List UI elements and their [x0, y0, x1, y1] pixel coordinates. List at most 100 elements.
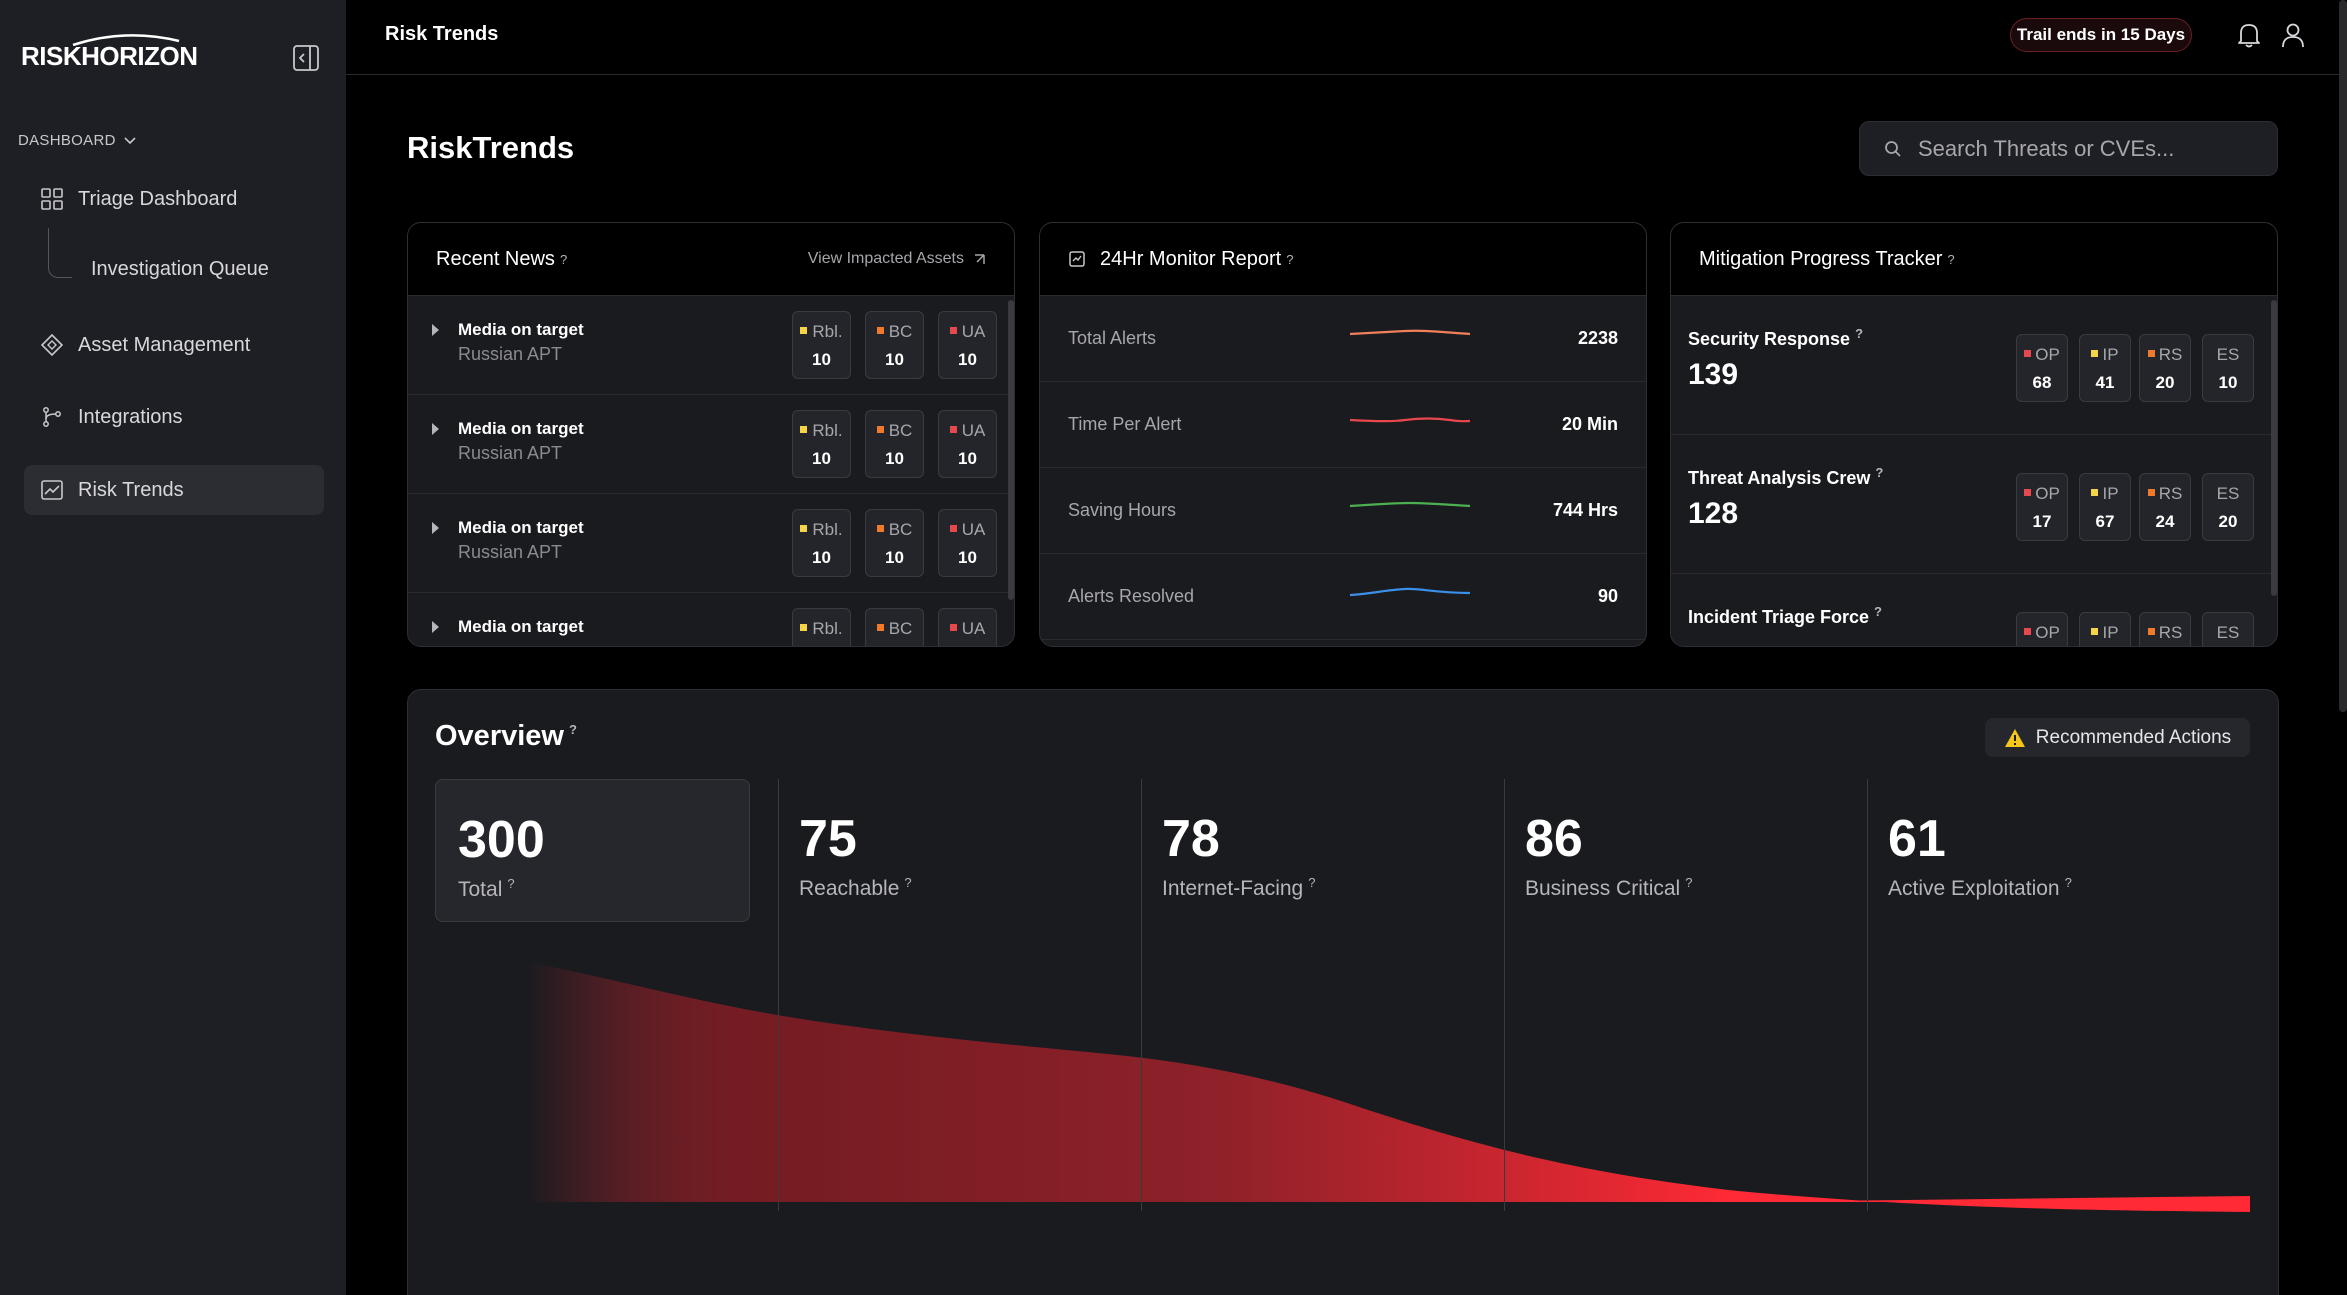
page-scrollbar[interactable]	[2339, 0, 2347, 712]
help-icon[interactable]: ?	[569, 722, 577, 737]
monitor-label: Total Alerts	[1068, 328, 1157, 348]
tag-label: UA	[961, 520, 986, 539]
monitor-value: 20 Min	[1561, 414, 1618, 434]
search-input[interactable]	[1918, 135, 2258, 162]
sidebar-item-triage-dashboard[interactable]: Triage Dashboard	[24, 174, 324, 224]
news-row[interactable]: Media on target Russian APT Rbl. 10 BC 1…	[408, 494, 1014, 593]
expand-arrow-icon[interactable]	[432, 324, 439, 336]
tag-value: 10	[2218, 373, 2238, 392]
tag-color-icon	[949, 525, 957, 533]
monitor-label: Time Per Alert	[1068, 414, 1182, 434]
user-menu-button[interactable]	[2280, 21, 2306, 49]
monitor-row[interactable]: Time Per Alert 20 Min	[1040, 382, 1646, 468]
tag-value: 10	[958, 350, 977, 369]
news-source: Russian APT	[458, 443, 563, 463]
tag-label: UA	[961, 421, 986, 440]
tag-label: Rbl.	[812, 520, 843, 539]
mitigation-row[interactable]: Threat Analysis Crew? 128 OP 17 IP 67 RS…	[1671, 435, 2277, 574]
scroll-thumb[interactable]	[1008, 300, 1014, 600]
help-icon[interactable]: ?	[560, 252, 567, 267]
view-impacted-assets-link[interactable]: View Impacted Assets	[808, 250, 986, 268]
news-title: Media on target	[458, 419, 584, 438]
sidebar-item-investigation-queue[interactable]: Investigation Queue	[91, 258, 269, 281]
news-row[interactable]: Media on target Rbl. BC UA	[408, 593, 1014, 646]
sidebar-item-label: Risk Trends	[78, 478, 184, 501]
monitor-row[interactable]: Alerts Resolved 90	[1040, 554, 1646, 640]
search-box[interactable]	[1859, 121, 2278, 176]
tag-value: 10	[812, 449, 831, 468]
news-title: Media on target	[458, 518, 584, 537]
tag-color-icon	[800, 327, 808, 335]
tag-label: RS	[2158, 484, 2183, 503]
tag-value: 20	[2155, 373, 2175, 392]
scroll-thumb[interactable]	[2271, 300, 2277, 596]
tag-color-icon	[949, 327, 957, 335]
news-row[interactable]: Media on target Russian APT Rbl. 10 BC 1…	[408, 296, 1014, 395]
trial-badge[interactable]: Trail ends in 15 Days	[2010, 18, 2192, 52]
sparkline	[1350, 587, 1471, 597]
expand-arrow-icon[interactable]	[432, 522, 439, 534]
warning-icon	[2004, 728, 2025, 747]
recommended-actions-button[interactable]: Recommended Actions	[1985, 718, 2250, 757]
sidebar-collapse-button[interactable]	[292, 44, 320, 72]
news-scrollbar[interactable]	[1008, 296, 1014, 646]
mitigation-tag: ES	[2202, 612, 2254, 646]
help-icon[interactable]: ?	[1286, 252, 1293, 267]
mitigation-scrollbar[interactable]	[2271, 296, 2277, 646]
report-icon	[1069, 251, 1085, 267]
sidebar-item-asset-management[interactable]: Asset Management	[24, 320, 324, 370]
tag-label: RS	[2158, 345, 2183, 364]
news-tag: UA 10	[938, 509, 997, 577]
stat-value: 78	[1162, 810, 1220, 868]
news-row[interactable]: Media on target Russian APT Rbl. 10 BC 1…	[408, 395, 1014, 494]
tag-label: RS	[2158, 623, 2183, 642]
page-title: RiskTrends	[407, 130, 575, 165]
monitor-row[interactable]: Total Alerts 2238	[1040, 296, 1646, 382]
monitor-report-card: 24Hr Monitor Report ? Total Alerts 2238 …	[1039, 222, 1647, 647]
logo[interactable]: RISKHORIZON	[21, 32, 198, 72]
user-icon	[2282, 23, 2304, 48]
sidebar-item-integrations[interactable]: Integrations	[24, 392, 324, 442]
mitigation-list: Security Response? 139 OP 68 IP 41 RS 20…	[1671, 296, 2277, 646]
tag-value: 17	[2032, 512, 2052, 531]
tag-color-icon	[876, 426, 884, 434]
news-tag: Rbl. 10	[792, 410, 851, 478]
stat-business-critical[interactable]: 86 Business Critical?	[1503, 779, 1843, 922]
notification-button[interactable]	[2236, 21, 2262, 49]
dashboard-section-toggle[interactable]: DASHBOARD	[18, 132, 136, 149]
diamond-icon	[40, 333, 64, 357]
funnel-area	[528, 962, 2250, 1212]
logo-text: RISKHORIZON	[21, 41, 198, 71]
card-title: 24Hr Monitor Report	[1100, 247, 1282, 270]
sidebar-item-risk-trends[interactable]: Risk Trends	[24, 465, 324, 515]
branch-icon	[40, 405, 64, 429]
recent-news-card: Recent News ? View Impacted Assets Media…	[407, 222, 1015, 647]
card-header: 24Hr Monitor Report ?	[1040, 223, 1646, 296]
tag-label: BC	[888, 421, 913, 440]
tag-label: OP	[2035, 484, 2060, 503]
stat-reachable[interactable]: 75 Reachable?	[777, 779, 1117, 922]
mitigation-tracker-card: Mitigation Progress Tracker ? Security R…	[1670, 222, 2278, 647]
tag-value: 10	[885, 350, 904, 369]
news-source: Russian APT	[458, 542, 563, 562]
sparkline	[1350, 501, 1471, 508]
sparkline	[1350, 329, 1471, 336]
monitor-label: Alerts Resolved	[1068, 586, 1195, 606]
expand-arrow-icon[interactable]	[432, 423, 439, 435]
stat-internet-facing[interactable]: 78 Internet-Facing?	[1140, 779, 1480, 922]
external-arrow-icon	[975, 254, 985, 264]
sidebar: RISKHORIZON DASHBOARD Triage Dashboard I…	[0, 0, 346, 1295]
tree-connector	[48, 228, 72, 278]
stat-active-exploitation[interactable]: 61 Active Exploitation?	[1866, 779, 2226, 922]
recommended-actions-label: Recommended Actions	[2035, 726, 2232, 748]
mitigation-tag: OP 68	[2016, 334, 2068, 402]
mitigation-tag: IP 41	[2079, 334, 2131, 402]
mitigation-row[interactable]: Security Response? 139 OP 68 IP 41 RS 20…	[1671, 296, 2277, 435]
monitor-row[interactable]: Saving Hours 744 Hrs	[1040, 468, 1646, 554]
news-source: Russian APT	[458, 344, 563, 364]
expand-arrow-icon[interactable]	[432, 621, 439, 633]
mitigation-row[interactable]: Incident Triage Force? OP IP RS ES	[1671, 574, 2277, 646]
stat-total[interactable]: 300 Total?	[435, 779, 750, 922]
help-icon[interactable]: ?	[1947, 252, 1954, 267]
tag-color-icon	[2147, 489, 2155, 497]
